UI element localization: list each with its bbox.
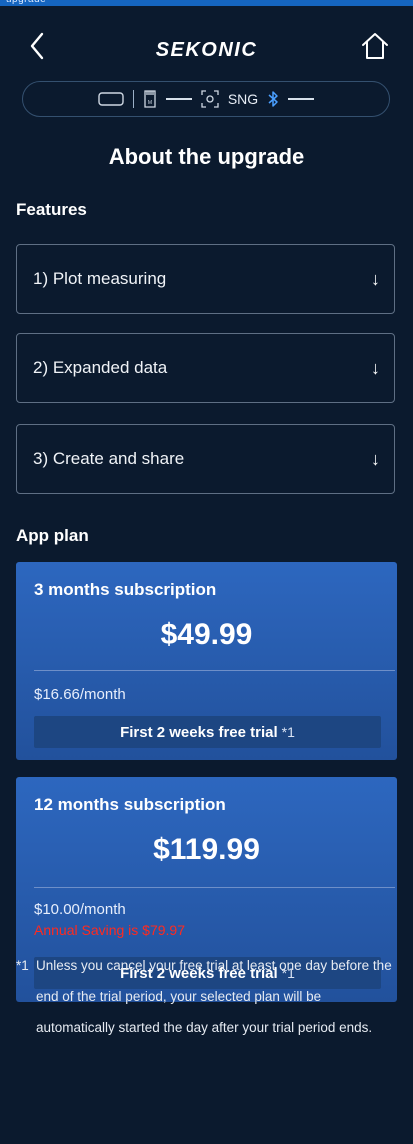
memory-card-icon: M — [144, 90, 156, 108]
arrow-down-icon: ↓ — [371, 448, 380, 469]
plan-divider — [34, 670, 395, 671]
plan-monthly-price: $16.66/month — [34, 686, 126, 703]
status-divider — [132, 90, 134, 108]
feature-label: 3) Create and share — [33, 449, 185, 468]
footnote: *1 Unless you cancel your free trial at … — [16, 950, 398, 1043]
page-title: About the upgrade — [108, 144, 305, 169]
feature-create-and-share[interactable]: 3) Create and share ↓ — [16, 424, 395, 494]
arrow-down-icon: ↓ — [371, 357, 380, 378]
plan-monthly-price: $10.00/month — [34, 901, 126, 918]
footnote-reference: *1 — [281, 724, 295, 740]
free-trial-label: First 2 weeks free trial — [120, 723, 278, 741]
brand-logo: SEKONIC — [155, 39, 258, 61]
device-status-bar[interactable]: M SNG — [22, 81, 390, 117]
plan-divider — [34, 887, 395, 888]
plan-name: 3 months subscription — [34, 580, 217, 599]
status-line — [165, 98, 192, 100]
plan-name: 12 months subscription — [34, 795, 226, 814]
free-trial-button[interactable]: First 2 weeks free trial *1 — [34, 716, 381, 748]
features-heading: Features — [16, 200, 87, 219]
home-icon — [362, 33, 388, 59]
app-plan-heading: App plan — [16, 526, 89, 545]
bluetooth-icon — [268, 91, 278, 107]
footnote-text: Unless you cancel your free trial at lea… — [36, 958, 392, 1035]
feature-expanded-data[interactable]: 2) Expanded data ↓ — [16, 333, 395, 403]
arrow-down-icon: ↓ — [371, 268, 380, 289]
top-strip-text: upgrade — [6, 0, 46, 5]
plan-price: $49.99 — [160, 618, 253, 651]
svg-text:M: M — [148, 100, 152, 106]
measure-mode-label: SNG — [227, 91, 259, 107]
home-button[interactable] — [359, 30, 391, 62]
feature-label: 1) Plot measuring — [33, 269, 167, 288]
annual-saving-text: Annual Saving is $79.97 — [34, 922, 185, 938]
footnote-mark: *1 — [16, 958, 29, 973]
focus-point-icon — [201, 90, 219, 108]
plan-price: $119.99 — [153, 833, 260, 866]
battery-icon — [98, 92, 124, 106]
feature-label: 2) Expanded data — [33, 358, 168, 377]
plan-card-3-months[interactable]: 3 months subscription $49.99 $16.66/mont… — [16, 562, 397, 760]
status-line — [288, 98, 315, 100]
feature-plot-measuring[interactable]: 1) Plot measuring ↓ — [16, 244, 395, 314]
navigation-bar: SEKONIC — [0, 6, 413, 80]
